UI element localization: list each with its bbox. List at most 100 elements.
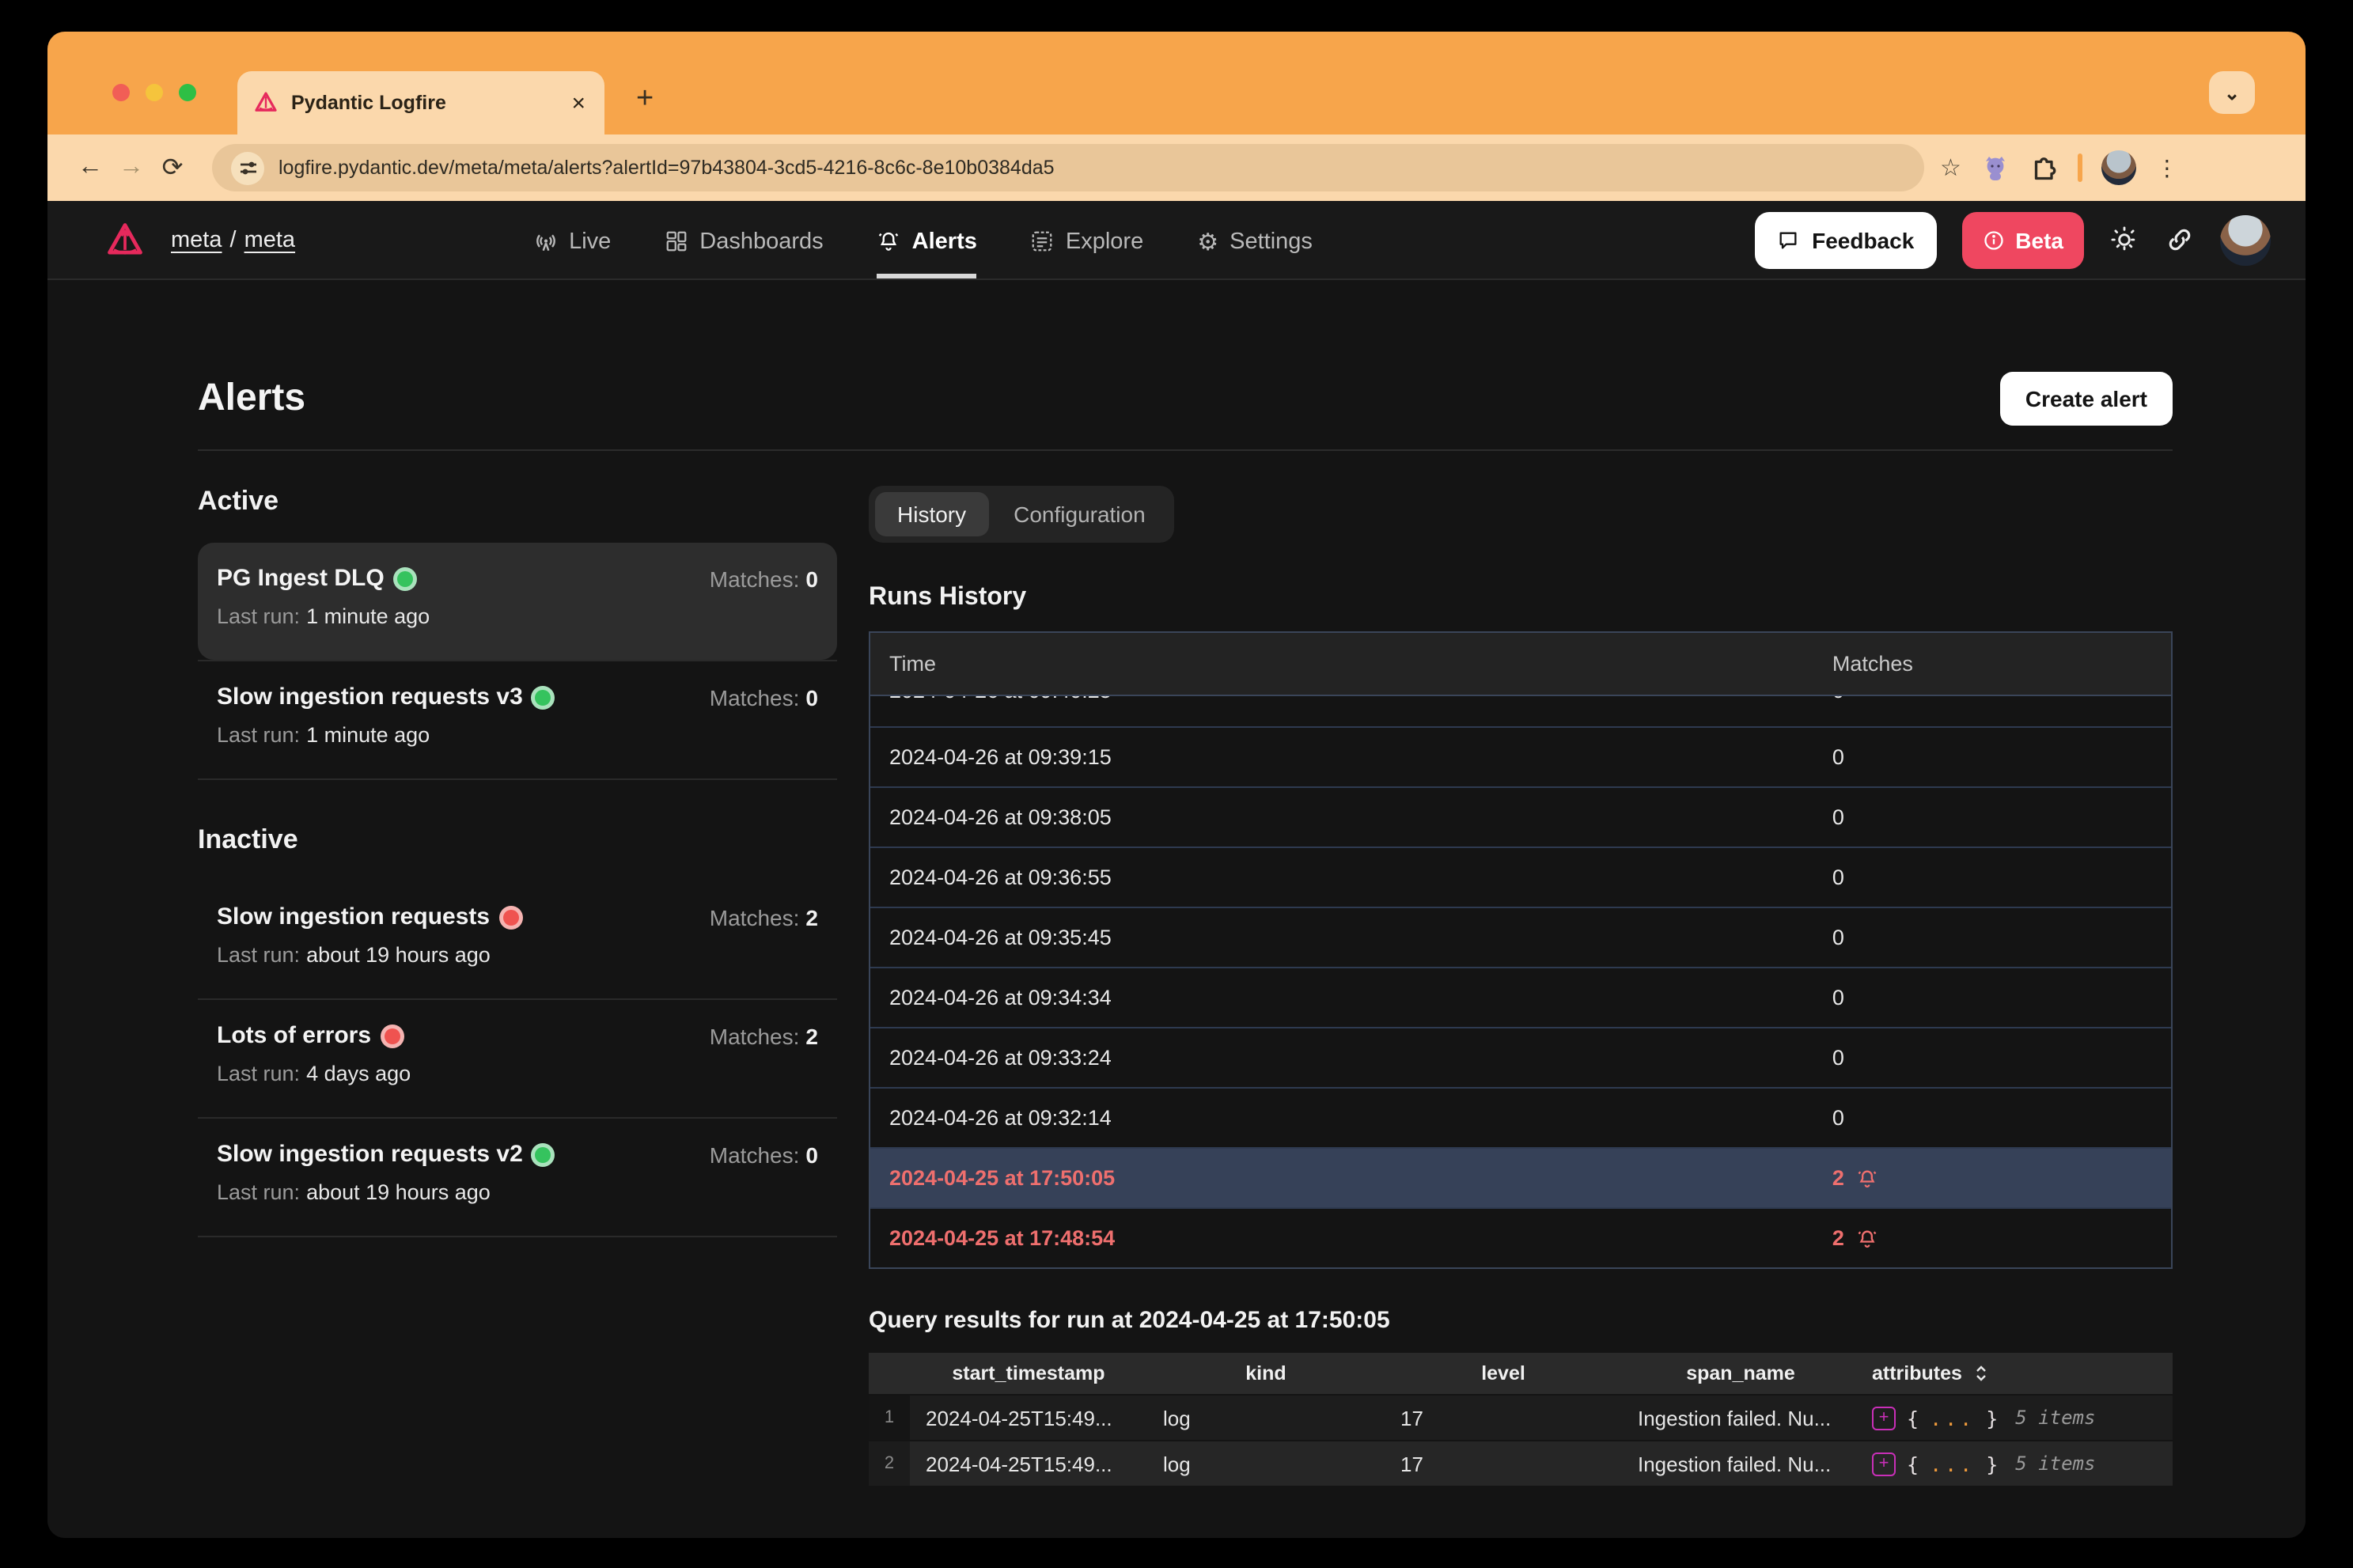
run-row[interactable]: 2024-04-26 at 09:34:34 0 (870, 968, 2171, 1028)
toolbar-right: ☆ ⋮ (1940, 150, 2178, 185)
expand-plus-icon[interactable]: + (1872, 1452, 1896, 1475)
alert-item-slow-ingestion[interactable]: Slow ingestion requests Matches:2 Last r… (198, 881, 837, 998)
alert-matches: Matches:2 (710, 904, 818, 930)
new-tab-button[interactable]: + (636, 82, 654, 117)
nav-item-label: Dashboards (699, 229, 823, 254)
beta-button[interactable]: Beta (1961, 211, 2084, 268)
status-dot (502, 909, 518, 925)
col-attributes: attributes (1859, 1362, 2173, 1384)
theme-toggle-sun-icon[interactable] (2109, 225, 2139, 255)
alert-matches: Matches:0 (710, 1142, 818, 1167)
row-index: 2 (869, 1441, 910, 1486)
url-bar[interactable]: logfire.pydantic.dev/meta/meta/alerts?al… (212, 144, 1924, 191)
status-dot (536, 689, 551, 705)
app-navbar: meta/meta Live Da (47, 201, 2306, 280)
runs-history-heading: Runs History (869, 584, 2173, 612)
status-dot (397, 570, 413, 586)
alert-matches: Matches:2 (710, 1023, 818, 1048)
status-dot (536, 1146, 551, 1162)
unfold-icon[interactable] (1972, 1364, 1991, 1383)
run-row[interactable]: 2024-04-26 at 09:35:45 0 (870, 908, 2171, 968)
alert-last-run: Last run:1 minute ago (217, 604, 818, 628)
attributes-cell: + { ... } 5 items (1859, 1406, 2173, 1430)
expand-plus-icon[interactable]: + (1872, 1406, 1896, 1430)
minimize-window-button[interactable] (146, 84, 163, 101)
live-antenna-icon (532, 229, 558, 254)
nav-item-explore[interactable]: Explore (1031, 201, 1143, 278)
nav-item-alerts[interactable]: Alerts (877, 201, 977, 278)
site-settings-icon[interactable] (231, 151, 264, 184)
breadcrumb-org-link[interactable]: meta (171, 227, 222, 252)
nav-item-label: Live (569, 229, 611, 254)
alert-name: Slow ingestion requests v3 (217, 684, 551, 710)
share-link-icon[interactable] (2165, 225, 2195, 255)
col-start-timestamp: start_timestamp (910, 1362, 1147, 1384)
alert-item-slow-ingestion-v3[interactable]: Slow ingestion requests v3 Matches:0 Las… (198, 661, 837, 778)
alert-item-pg-ingest-dlq[interactable]: PG Ingest DLQ Matches:0 Last run:1 minut… (198, 543, 837, 660)
logfire-logo[interactable] (104, 219, 146, 260)
browser-window: Pydantic Logfire × + ⌄ ← → ⟳ (47, 32, 2306, 1538)
nav-item-label: Settings (1230, 229, 1313, 254)
nav-item-dashboards[interactable]: Dashboards (665, 201, 823, 278)
alerts-list-panel: Active PG Ingest DLQ Matches:0 Last run:… (198, 486, 837, 1237)
tab-history[interactable]: History (875, 492, 988, 536)
browser-menu-icon[interactable]: ⋮ (2156, 154, 2178, 181)
back-button[interactable]: ← (70, 153, 111, 182)
browser-tab[interactable]: Pydantic Logfire × (237, 71, 604, 134)
alert-matches: Matches:0 (710, 566, 818, 591)
run-row[interactable]: 2024-04-26 at 09:36:55 0 (870, 848, 2171, 908)
breadcrumb-separator: / (230, 227, 237, 252)
alert-name: Lots of errors (217, 1022, 400, 1049)
maximize-window-button[interactable] (179, 84, 196, 101)
window-controls (112, 84, 196, 101)
close-window-button[interactable] (112, 84, 130, 101)
toolbar-separator (2078, 153, 2083, 182)
tab-configuration[interactable]: Configuration (991, 492, 1168, 536)
nav-item-live[interactable]: Live (532, 201, 611, 278)
run-row[interactable]: 2024-04-26 at 09:39:15 0 (870, 728, 2171, 788)
reload-button[interactable]: ⟳ (152, 152, 193, 184)
alert-detail-panel: History Configuration Runs History Time … (869, 486, 2173, 1486)
forward-button[interactable]: → (111, 153, 152, 182)
row-index: 1 (869, 1396, 910, 1440)
query-row[interactable]: 1 2024-04-25T15:49... log 17 Ingestion f… (869, 1396, 2173, 1440)
query-row[interactable]: 2 2024-04-25T15:49... log 17 Ingestion f… (869, 1441, 2173, 1486)
alert-item-lots-of-errors[interactable]: Lots of errors Matches:2 Last run:4 days… (198, 1000, 837, 1117)
breadcrumb-project-link[interactable]: meta (244, 227, 296, 252)
run-row-alerted-selected[interactable]: 2024-04-25 at 17:50:05 2 (870, 1149, 2171, 1209)
alert-name: Slow ingestion requests (217, 903, 518, 930)
detail-tabs: History Configuration (869, 486, 1174, 543)
tab-close-icon[interactable]: × (568, 91, 589, 115)
run-row-alerted[interactable]: 2024-04-25 at 17:48:54 2 (870, 1209, 2171, 1267)
run-row[interactable]: 2024-04-26 at 09:38:05 0 (870, 788, 2171, 848)
user-avatar[interactable] (2220, 214, 2271, 265)
run-row-clipped[interactable]: 2024-04-26 at 09:40:25 0 (870, 696, 2171, 728)
nav-item-label: Alerts (912, 229, 977, 254)
alerts-bell-icon (877, 229, 901, 253)
inactive-heading: Inactive (198, 824, 837, 856)
query-results-heading: Query results for run at 2024-04-25 at 1… (869, 1307, 2173, 1334)
breadcrumb: meta / meta (171, 227, 295, 252)
active-heading: Active (198, 486, 837, 517)
feedback-button[interactable]: Feedback (1755, 211, 1936, 268)
run-row[interactable]: 2024-04-26 at 09:33:24 0 (870, 1028, 2171, 1089)
create-alert-button[interactable]: Create alert (2000, 372, 2173, 426)
tab-search-button[interactable]: ⌄ (2209, 71, 2255, 114)
chevron-down-icon: ⌄ (2224, 81, 2240, 104)
extensions-puzzle-icon[interactable] (2031, 153, 2059, 182)
nav-item-settings[interactable]: ⚙ Settings (1197, 201, 1313, 278)
feedback-label: Feedback (1812, 227, 1914, 252)
stage: Pydantic Logfire × + ⌄ ← → ⟳ (0, 0, 2353, 1568)
col-matches: Matches (1813, 652, 2171, 676)
alert-name: PG Ingest DLQ (217, 565, 413, 592)
cat-extension-icon[interactable] (1980, 152, 2012, 184)
alert-last-run: Last run:about 19 hours ago (217, 1180, 818, 1204)
alert-item-slow-ingestion-v2[interactable]: Slow ingestion requests v2 Matches:0 Las… (198, 1119, 837, 1236)
status-dot (384, 1028, 400, 1043)
browser-profile-avatar[interactable] (2102, 150, 2137, 185)
run-row[interactable]: 2024-04-26 at 09:32:14 0 (870, 1089, 2171, 1149)
create-alert-label: Create alert (2025, 386, 2147, 411)
bookmark-star-icon[interactable]: ☆ (1940, 153, 1961, 182)
col-span-name: span_name (1622, 1362, 1859, 1384)
browser-tabstrip: Pydantic Logfire × + ⌄ (47, 32, 2306, 134)
